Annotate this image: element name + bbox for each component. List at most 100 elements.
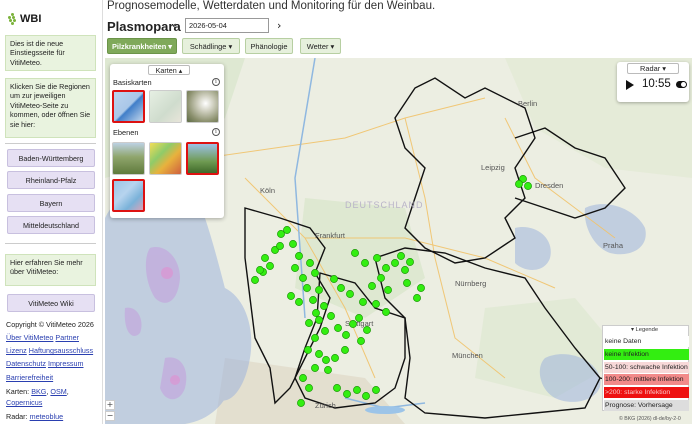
privacy-link[interactable]: Datenschutz bbox=[6, 359, 46, 368]
station-marker[interactable] bbox=[266, 262, 274, 270]
layer-thumb-vineyard[interactable] bbox=[112, 142, 145, 175]
tab-pilzkrankheiten[interactable]: Pilzkrankheiten ▾ bbox=[107, 38, 177, 54]
station-marker[interactable] bbox=[417, 284, 425, 292]
station-marker[interactable] bbox=[357, 337, 365, 345]
about-link[interactable]: Über VitiMeteo bbox=[6, 333, 53, 342]
date-input[interactable] bbox=[185, 18, 269, 33]
station-marker[interactable] bbox=[303, 284, 311, 292]
region-button-baden-wuerttemberg[interactable]: Baden-Württemberg bbox=[7, 149, 95, 167]
karten-toggle[interactable]: Karten ▴ bbox=[148, 65, 190, 75]
impressum-link[interactable]: Impressum bbox=[48, 359, 84, 368]
station-marker[interactable] bbox=[295, 298, 303, 306]
station-marker[interactable] bbox=[373, 254, 381, 262]
station-marker[interactable] bbox=[277, 230, 285, 238]
station-marker[interactable] bbox=[333, 384, 341, 392]
station-marker[interactable] bbox=[342, 331, 350, 339]
layer-thumb-radar[interactable] bbox=[112, 179, 145, 212]
station-marker[interactable] bbox=[315, 350, 323, 358]
station-marker[interactable] bbox=[384, 286, 392, 294]
station-marker[interactable] bbox=[401, 266, 409, 274]
station-marker[interactable] bbox=[361, 259, 369, 267]
station-marker[interactable] bbox=[311, 334, 319, 342]
station-marker[interactable] bbox=[299, 274, 307, 282]
station-marker[interactable] bbox=[315, 316, 323, 324]
station-marker[interactable] bbox=[382, 264, 390, 272]
station-marker[interactable] bbox=[311, 269, 319, 277]
play-icon[interactable] bbox=[626, 80, 634, 90]
station-marker[interactable] bbox=[309, 296, 317, 304]
station-marker[interactable] bbox=[321, 327, 329, 335]
station-marker[interactable] bbox=[363, 326, 371, 334]
station-marker[interactable] bbox=[276, 242, 284, 250]
station-marker[interactable] bbox=[362, 392, 370, 400]
accessibility-link[interactable]: Barrierefreiheit bbox=[6, 373, 53, 382]
station-marker[interactable] bbox=[382, 308, 390, 316]
region-button-mitteldeutschland[interactable]: Mitteldeutschland bbox=[7, 216, 95, 234]
legend-toggle[interactable]: ▾ Legende bbox=[631, 327, 658, 333]
station-marker[interactable] bbox=[305, 319, 313, 327]
basemap-thumb-topo[interactable] bbox=[112, 90, 145, 123]
station-marker[interactable] bbox=[306, 259, 314, 267]
station-marker[interactable] bbox=[289, 240, 297, 248]
osm-link[interactable]: OSM bbox=[50, 387, 66, 396]
layer-thumb-stations[interactable] bbox=[186, 142, 219, 175]
liability-link[interactable]: Haftungsausschluss bbox=[29, 346, 93, 355]
station-marker[interactable] bbox=[372, 300, 380, 308]
station-marker[interactable] bbox=[331, 354, 339, 362]
region-button-rheinland-pfalz[interactable]: Rheinland-Pfalz bbox=[7, 171, 95, 189]
station-marker[interactable] bbox=[353, 386, 361, 394]
license-link[interactable]: Lizenz bbox=[6, 346, 27, 355]
station-marker[interactable] bbox=[368, 282, 376, 290]
station-marker[interactable] bbox=[413, 294, 421, 302]
zoom-in-button[interactable]: + bbox=[105, 400, 115, 410]
station-marker[interactable] bbox=[305, 384, 313, 392]
prev-date-button[interactable]: ‹ bbox=[172, 19, 176, 32]
wbi-logo[interactable]: WBI bbox=[8, 10, 41, 28]
wiki-button[interactable]: VitiMeteo Wiki bbox=[7, 294, 95, 312]
station-marker[interactable] bbox=[377, 274, 385, 282]
station-marker[interactable] bbox=[351, 249, 359, 257]
region-button-bayern[interactable]: Bayern bbox=[7, 194, 95, 212]
station-marker[interactable] bbox=[515, 180, 523, 188]
station-marker[interactable] bbox=[343, 390, 351, 398]
info-icon[interactable]: i bbox=[212, 128, 220, 136]
partner-link[interactable]: Partner bbox=[55, 333, 79, 342]
tab-wetter[interactable]: Wetter ▾ bbox=[300, 38, 341, 54]
station-marker[interactable] bbox=[312, 309, 320, 317]
station-marker[interactable] bbox=[320, 302, 328, 310]
station-marker[interactable] bbox=[287, 292, 295, 300]
station-marker[interactable] bbox=[355, 314, 363, 322]
station-marker[interactable] bbox=[299, 374, 307, 382]
station-marker[interactable] bbox=[341, 346, 349, 354]
station-marker[interactable] bbox=[311, 364, 319, 372]
station-marker[interactable] bbox=[304, 346, 312, 354]
meteoblue-link[interactable]: meteoblue bbox=[30, 412, 64, 421]
station-marker[interactable] bbox=[315, 286, 323, 294]
station-marker[interactable] bbox=[297, 399, 305, 407]
station-marker[interactable] bbox=[327, 312, 335, 320]
station-marker[interactable] bbox=[251, 276, 259, 284]
station-marker[interactable] bbox=[397, 252, 405, 260]
station-marker[interactable] bbox=[330, 275, 338, 283]
station-marker[interactable] bbox=[256, 266, 264, 274]
info-icon[interactable]: i bbox=[212, 78, 220, 86]
station-marker[interactable] bbox=[391, 259, 399, 267]
zoom-out-button[interactable]: − bbox=[105, 411, 115, 421]
basemap-thumb-satellite[interactable] bbox=[186, 90, 219, 123]
station-marker[interactable] bbox=[406, 258, 414, 266]
radar-toggle-header[interactable]: Radar ▾ bbox=[627, 63, 679, 74]
station-marker[interactable] bbox=[524, 182, 532, 190]
tab-schaedlinge[interactable]: Schädlinge ▾ bbox=[182, 38, 240, 54]
basemap-thumb-light[interactable] bbox=[149, 90, 182, 123]
station-marker[interactable] bbox=[359, 298, 367, 306]
station-marker[interactable] bbox=[261, 254, 269, 262]
station-marker[interactable] bbox=[346, 290, 354, 298]
station-marker[interactable] bbox=[291, 264, 299, 272]
station-marker[interactable] bbox=[295, 252, 303, 260]
tab-phaenologie[interactable]: Phänologie bbox=[245, 38, 293, 54]
layer-thumb-heatmap[interactable] bbox=[149, 142, 182, 175]
station-marker[interactable] bbox=[322, 356, 330, 364]
copernicus-link[interactable]: Copernicus bbox=[6, 398, 42, 407]
station-marker[interactable] bbox=[372, 386, 380, 394]
station-marker[interactable] bbox=[337, 284, 345, 292]
